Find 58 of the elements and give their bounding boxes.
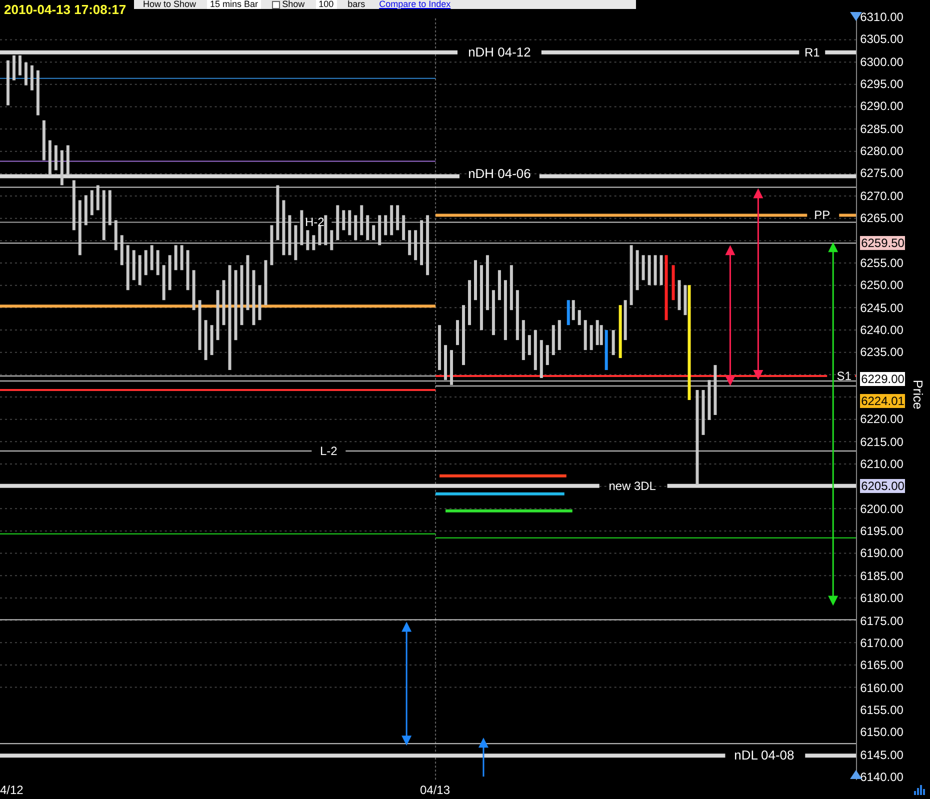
price-tick: 6215.00 xyxy=(860,434,904,449)
price-tick: 6245.00 xyxy=(860,300,904,315)
price-tick: 6235.00 xyxy=(860,345,904,360)
price-tick: 6200.00 xyxy=(860,502,904,516)
price-tick: 6150.00 xyxy=(860,725,904,740)
toolbar-label: bars xyxy=(346,0,366,9)
level-label: nDL 04-08 xyxy=(734,748,794,763)
price-marker: 6229.00 xyxy=(860,372,906,386)
price-tick: 6160.00 xyxy=(860,680,904,695)
price-tick: 6265.00 xyxy=(860,211,904,226)
compare-link[interactable]: Compare to Index xyxy=(376,0,454,9)
price-tick: 6250.00 xyxy=(860,278,904,292)
price-tick: 6290.00 xyxy=(860,99,904,114)
price-tick: 6240.00 xyxy=(860,322,904,337)
price-tick: 6270.00 xyxy=(860,188,904,203)
price-tick: 6295.00 xyxy=(860,77,904,92)
price-tick: 6275.00 xyxy=(860,166,904,180)
price-tick: 6180.00 xyxy=(860,591,904,606)
scroll-bottom-icon[interactable] xyxy=(850,770,862,780)
price-tick: 6310.00 xyxy=(860,10,904,24)
price-marker: 6259.50 xyxy=(860,236,906,250)
price-tick: 6155.00 xyxy=(860,702,904,717)
price-tick: 6165.00 xyxy=(860,658,904,672)
level-label: S1 xyxy=(836,369,852,384)
scroll-top-icon[interactable] xyxy=(850,12,862,22)
price-marker: 6205.00 xyxy=(860,479,906,493)
price-tick: 6185.00 xyxy=(860,568,904,583)
price-tick: 6300.00 xyxy=(860,54,904,69)
level-label: new 3DL xyxy=(608,478,656,493)
price-tick: 6140.00 xyxy=(860,770,904,784)
level-label: nDH 04-06 xyxy=(468,166,531,182)
price-tick: 6255.00 xyxy=(860,256,904,270)
price-tick: 6285.00 xyxy=(860,122,904,136)
price-marker: 6224.01 xyxy=(860,394,906,408)
level-label: nDH 04-12 xyxy=(468,44,531,60)
price-tick: 6175.00 xyxy=(860,614,904,628)
price-tick: 6220.00 xyxy=(860,412,904,426)
volume-icon[interactable] xyxy=(914,785,926,795)
date-label: 04/13 xyxy=(420,782,450,796)
axis-title: Price xyxy=(911,380,924,410)
price-tick: 6190.00 xyxy=(860,546,904,560)
range-arrow xyxy=(478,738,488,777)
price-tick: 6210.00 xyxy=(860,457,904,472)
price-tick: 6170.00 xyxy=(860,636,904,650)
price-tick: 6305.00 xyxy=(860,32,904,46)
date-label: 4/12 xyxy=(0,782,24,796)
level-label: L-2 xyxy=(320,444,338,458)
price-tick: 6280.00 xyxy=(860,144,904,158)
interval-select[interactable]: 15 mins Bar xyxy=(207,0,262,9)
level-label: PP xyxy=(814,208,830,222)
show-checkbox[interactable]: Show xyxy=(269,0,308,9)
level-label: R1 xyxy=(804,45,820,60)
bars-field[interactable]: 100 xyxy=(316,0,337,9)
timestamp: 2010-04-13 17:08:17 xyxy=(3,1,128,17)
level-label: H-2 xyxy=(305,215,324,230)
toolbar-label: How to Show xyxy=(142,0,198,9)
price-tick: 6195.00 xyxy=(860,524,904,538)
price-tick: 6145.00 xyxy=(860,748,904,762)
